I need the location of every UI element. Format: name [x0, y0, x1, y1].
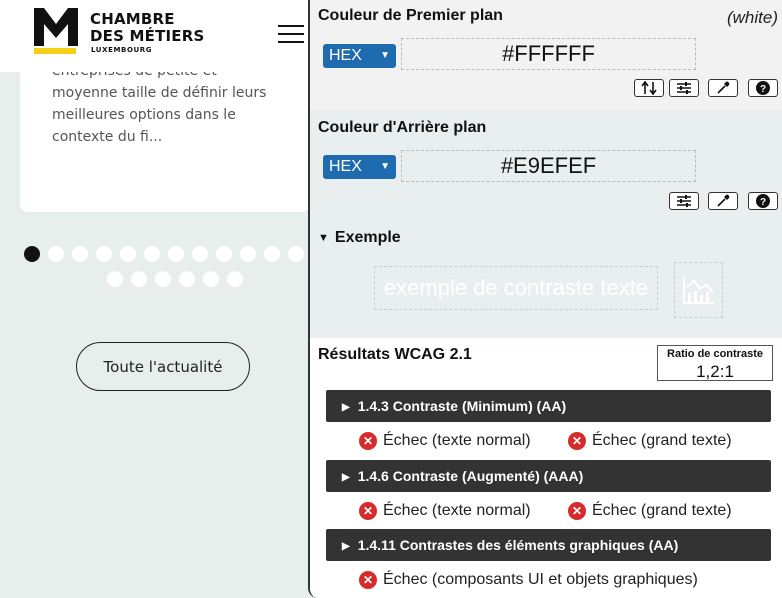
- example-graphic-preview: [674, 262, 723, 318]
- criterion-label: 1.4.6 Contraste (Augmenté) (AAA): [357, 468, 584, 484]
- triangle-down-icon: ▼: [318, 232, 329, 244]
- carousel-dot[interactable]: [179, 271, 195, 287]
- fail-x-icon: ✕: [359, 432, 377, 450]
- criterion-1-4-6-toggle[interactable]: ▶ 1.4.6 Contraste (Augmenté) (AAA): [326, 460, 771, 492]
- background-section: Couleur d'Arrière plan HEX ▼ #E9EFEF ? ▼…: [310, 110, 782, 338]
- chart-icon: [682, 277, 714, 304]
- foreground-title: Couleur de Premier plan: [318, 7, 503, 24]
- example-toggle[interactable]: ▼ Exemple: [318, 229, 401, 247]
- triangle-right-icon: ▶: [342, 472, 350, 483]
- result-item: ✕ Échec (composants UI et objets graphiqu…: [359, 571, 698, 589]
- carousel-dot[interactable]: [288, 246, 304, 262]
- hamburger-menu-icon[interactable]: [278, 25, 304, 45]
- result-text: Échec (texte normal): [383, 432, 531, 449]
- help-icon: ?: [756, 194, 770, 208]
- carousel-dot[interactable]: [96, 246, 112, 262]
- foreground-color-name: (white): [726, 8, 778, 27]
- foreground-format-value: HEX: [329, 47, 362, 64]
- result-text: Échec (composants UI et objets graphique…: [383, 571, 698, 588]
- logo-text-line2: DES MÉTIERS: [90, 27, 205, 45]
- carousel-dot[interactable]: [107, 271, 123, 287]
- carousel-dot[interactable]: [264, 246, 280, 262]
- eyedropper-icon: [717, 81, 730, 94]
- carousel-dot[interactable]: [168, 246, 184, 262]
- background-hex-input[interactable]: #E9EFEF: [401, 150, 696, 182]
- excerpt-line: moyenne taille de définir leurs: [52, 85, 267, 101]
- chevron-down-icon: ▼: [380, 161, 390, 172]
- chevron-down-icon: ▼: [380, 50, 390, 61]
- criterion-1-4-11-toggle[interactable]: ▶ 1.4.11 Contrastes des éléments graphiqu…: [326, 529, 771, 561]
- carousel-dot[interactable]: [131, 271, 147, 287]
- logo-text-line1: CHAMBRE: [90, 10, 175, 28]
- foreground-format-select[interactable]: HEX ▼: [323, 44, 396, 68]
- background-title: Couleur d'Arrière plan: [318, 119, 487, 136]
- results-section: Résultats WCAG 2.1 Ratio de contraste 1,…: [310, 338, 782, 598]
- result-text: Échec (grand texte): [592, 502, 732, 519]
- eyedropper-icon: [717, 194, 730, 207]
- result-item: ✕ Échec (texte normal): [359, 502, 531, 520]
- logo-m-icon: [34, 8, 78, 46]
- contrast-ratio-box: Ratio de contraste 1,2:1: [657, 345, 773, 381]
- background-eyedropper-button[interactable]: [708, 192, 738, 210]
- foreground-sliders-button[interactable]: [669, 79, 699, 97]
- foreground-section: Couleur de Premier plan (white) HEX ▼ #F…: [310, 0, 782, 110]
- sliders-icon: [677, 195, 691, 207]
- news-card-excerpt: entreprises de petite et moyenne taille …: [52, 72, 292, 148]
- ratio-value: 1,2:1: [696, 362, 734, 381]
- contrast-checker-panel: Couleur de Premier plan (white) HEX ▼ #F…: [308, 0, 782, 598]
- fail-x-icon: ✕: [568, 432, 586, 450]
- triangle-right-icon: ▶: [342, 541, 350, 552]
- swap-colors-button[interactable]: [634, 79, 664, 97]
- result-item: ✕ Échec (grand texte): [568, 502, 732, 520]
- news-card[interactable]: entreprises de petite et moyenne taille …: [20, 72, 310, 212]
- result-text: Échec (grand texte): [592, 432, 732, 449]
- carousel-dot[interactable]: [120, 246, 136, 262]
- fail-x-icon: ✕: [359, 502, 377, 520]
- swap-arrows-icon: [641, 81, 657, 95]
- carousel-dot[interactable]: [216, 246, 232, 262]
- foreground-eyedropper-button[interactable]: [708, 79, 738, 97]
- background-format-select[interactable]: HEX ▼: [323, 155, 396, 179]
- logo-yellow-bar: [34, 48, 76, 54]
- carousel-dot[interactable]: [24, 246, 40, 262]
- criterion-label: 1.4.3 Contraste (Minimum) (AA): [357, 398, 567, 414]
- carousel-dot[interactable]: [240, 246, 256, 262]
- carousel-dot[interactable]: [155, 271, 171, 287]
- ratio-label: Ratio de contraste: [667, 348, 763, 360]
- triangle-right-icon: ▶: [342, 402, 350, 413]
- carousel-dot[interactable]: [144, 246, 160, 262]
- help-icon: ?: [756, 81, 770, 95]
- background-help-button[interactable]: ?: [748, 192, 778, 210]
- fail-x-icon: ✕: [568, 502, 586, 520]
- carousel-dot[interactable]: [227, 271, 243, 287]
- all-news-button[interactable]: Toute l'actualité: [76, 342, 250, 391]
- example-title: Exemple: [334, 229, 401, 246]
- svg-text:?: ?: [760, 84, 766, 95]
- carousel-dot[interactable]: [203, 271, 219, 287]
- background-format-value: HEX: [329, 158, 362, 175]
- logo-text-line3: LUXEMBOURG: [91, 46, 153, 54]
- results-title: Résultats WCAG 2.1: [318, 346, 472, 363]
- fail-x-icon: ✕: [359, 571, 377, 589]
- excerpt-line: contexte du fi...: [52, 129, 163, 145]
- sliders-icon: [677, 82, 691, 94]
- foreground-help-button[interactable]: ?: [748, 79, 778, 97]
- carousel-dot[interactable]: [192, 246, 208, 262]
- criterion-label: 1.4.11 Contrastes des éléments graphique…: [357, 537, 679, 553]
- result-item: ✕ Échec (texte normal): [359, 432, 531, 450]
- result-item: ✕ Échec (grand texte): [568, 432, 732, 450]
- excerpt-line: meilleures options dans le: [52, 107, 236, 123]
- foreground-hex-input[interactable]: #FFFFFF: [401, 38, 696, 70]
- excerpt-line: entreprises de petite et: [52, 72, 292, 82]
- site-header: CHAMBRE DES MÉTIERS LUXEMBOURG: [0, 0, 320, 72]
- example-text-preview: exemple de contraste texte: [374, 266, 658, 310]
- carousel-dot[interactable]: [72, 246, 88, 262]
- svg-text:?: ?: [760, 197, 766, 208]
- result-text: Échec (texte normal): [383, 502, 531, 519]
- carousel-dot[interactable]: [48, 246, 64, 262]
- background-sliders-button[interactable]: [669, 192, 699, 210]
- criterion-1-4-3-toggle[interactable]: ▶ 1.4.3 Contraste (Minimum) (AA): [326, 390, 771, 422]
